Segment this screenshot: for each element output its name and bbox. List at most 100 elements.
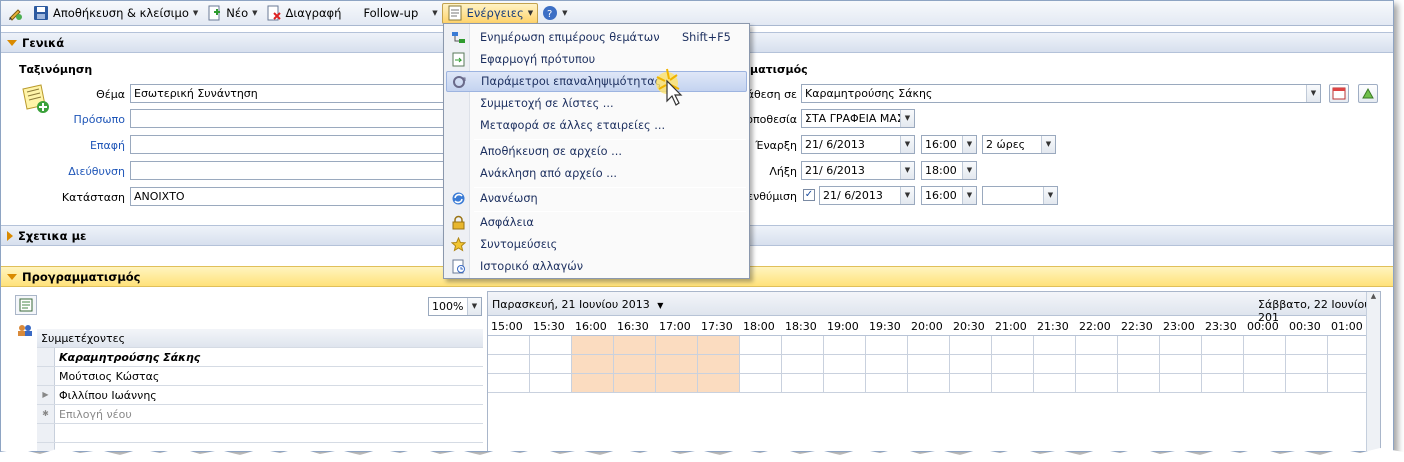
time-slot[interactable] [656,374,698,393]
reminder-offset[interactable]: ▼ [982,186,1058,205]
table-row[interactable]: Καραμητρούσης Σάκης [37,348,483,367]
time-slot[interactable] [572,374,614,393]
time-slot[interactable] [488,374,530,393]
time-slot[interactable] [866,374,908,393]
time-slot[interactable] [1244,374,1286,393]
time-slot[interactable] [824,355,866,374]
zoom-combo[interactable]: 100% ▼ [428,297,482,316]
edit-button[interactable] [5,3,29,24]
help-button[interactable]: ? ▼ [538,3,571,24]
time-slot[interactable] [698,336,740,355]
time-slot[interactable] [1202,355,1244,374]
chevron-down-icon[interactable]: ▼ [900,136,914,153]
time-slot[interactable] [1118,336,1160,355]
time-slot[interactable] [1328,336,1370,355]
save-close-button[interactable]: Αποθήκευση & κλείσιμο ▼ [29,3,202,24]
time-slot[interactable] [614,374,656,393]
menu-item-refresh[interactable]: Ανανέωση [446,188,747,209]
chevron-down-icon[interactable]: ▼ [962,162,976,179]
status-field[interactable]: ΑΝΟΙΧΤΟ [130,187,444,206]
time-slot[interactable] [1202,336,1244,355]
time-slot[interactable] [488,355,530,374]
time-slot[interactable] [1328,355,1370,374]
view-tab-list[interactable] [15,295,37,315]
table-row[interactable]: Μούτσιος Κώστας [37,367,483,386]
delete-button[interactable]: Διαγραφή [262,3,346,24]
time-slot[interactable] [1202,374,1244,393]
chevron-down-icon[interactable]: ▼ [467,298,481,315]
time-slot[interactable] [824,374,866,393]
chevron-down-icon[interactable]: ▼ [962,187,976,204]
subject-field[interactable]: Εσωτερική Συνάντηση [130,84,444,103]
address-label[interactable]: Διεύθυνση [15,165,125,178]
time-slot[interactable] [1244,355,1286,374]
view-tab-people[interactable] [15,321,37,341]
chevron-down-icon[interactable]: ▼ [900,187,914,204]
time-slot[interactable] [530,374,572,393]
scroll-up-icon[interactable]: ▲ [1367,292,1380,300]
time-slot[interactable] [740,336,782,355]
time-slot[interactable] [1034,374,1076,393]
time-slot[interactable] [1160,374,1202,393]
chevron-down-icon[interactable]: ▼ [1043,187,1057,204]
menu-item-save-to-file[interactable]: Αποθήκευση σε αρχείο ... [446,141,747,162]
time-slot[interactable] [614,355,656,374]
chevron-down-icon[interactable]: ▼ [193,9,198,17]
time-slot[interactable] [1034,336,1076,355]
actions-button[interactable]: Ενέργειες ▼ [441,2,539,24]
followup-button[interactable]: Follow-up ▼ [359,3,441,24]
time-slot[interactable] [908,336,950,355]
time-slot[interactable] [782,374,824,393]
end-date[interactable]: 21/ 6/2013 ▼ [801,161,915,180]
time-slot[interactable] [1076,336,1118,355]
chevron-down-icon[interactable]: ▼ [1306,85,1320,102]
open-contact-button[interactable] [1358,84,1378,103]
time-slot[interactable] [1076,374,1118,393]
time-slot[interactable] [530,355,572,374]
person-label[interactable]: Πρόσωπο [15,113,125,126]
time-slot[interactable] [782,336,824,355]
time-slot[interactable] [572,355,614,374]
start-date[interactable]: 21/ 6/2013 ▼ [801,135,915,154]
reminder-checkbox[interactable]: ✓ [803,189,815,201]
menu-item-history[interactable]: Ιστορικό αλλαγών [446,256,747,277]
time-slot[interactable] [992,336,1034,355]
location-combo[interactable]: ΣΤΑ ΓΡΑΦΕΙΑ ΜΑΣ ▼ [801,109,915,128]
time-slot[interactable] [824,336,866,355]
time-slot[interactable] [1118,355,1160,374]
time-slot[interactable] [1160,355,1202,374]
menu-item-list-membership[interactable]: Συμμετοχή σε λίστες ... [446,93,747,114]
chevron-down-icon[interactable]: ▼ [657,301,663,310]
time-slot[interactable] [1034,355,1076,374]
chevron-down-icon[interactable]: ▼ [900,110,914,127]
time-slot[interactable] [614,336,656,355]
time-slot[interactable] [782,355,824,374]
time-slot[interactable] [1286,374,1328,393]
calendar-button[interactable] [1329,84,1349,103]
chevron-down-icon[interactable]: ▼ [528,9,533,17]
time-slot[interactable] [908,355,950,374]
contact-label[interactable]: Επαφή [15,139,125,152]
time-slot[interactable] [740,374,782,393]
person-field[interactable] [130,109,444,128]
reminder-time[interactable]: 16:00 ▼ [921,186,977,205]
new-button[interactable]: Νέο ▼ [202,3,261,24]
chevron-down-icon[interactable]: ▼ [900,162,914,179]
time-slot[interactable] [950,355,992,374]
time-slot[interactable] [866,355,908,374]
chevron-down-icon[interactable]: ▼ [562,9,567,17]
time-slot[interactable] [950,336,992,355]
time-slot[interactable] [992,374,1034,393]
time-slot[interactable] [488,336,530,355]
time-slot[interactable] [656,355,698,374]
time-slot[interactable] [698,374,740,393]
time-slot[interactable] [1328,374,1370,393]
time-slot[interactable] [1244,336,1286,355]
menu-item-update-subtopics[interactable]: Ενημέρωση επιμέρους θεμάτων Shift+F5 [446,27,747,48]
end-time[interactable]: 18:00 ▼ [921,161,977,180]
menu-item-load-from-file[interactable]: Ανάκληση από αρχείο ... [446,163,747,184]
time-slot[interactable] [866,336,908,355]
start-time[interactable]: 16:00 ▼ [921,135,977,154]
menu-item-shortcuts[interactable]: Συντομεύσεις [446,234,747,255]
reminder-date[interactable]: 21/ 6/2013 ▼ [819,186,915,205]
